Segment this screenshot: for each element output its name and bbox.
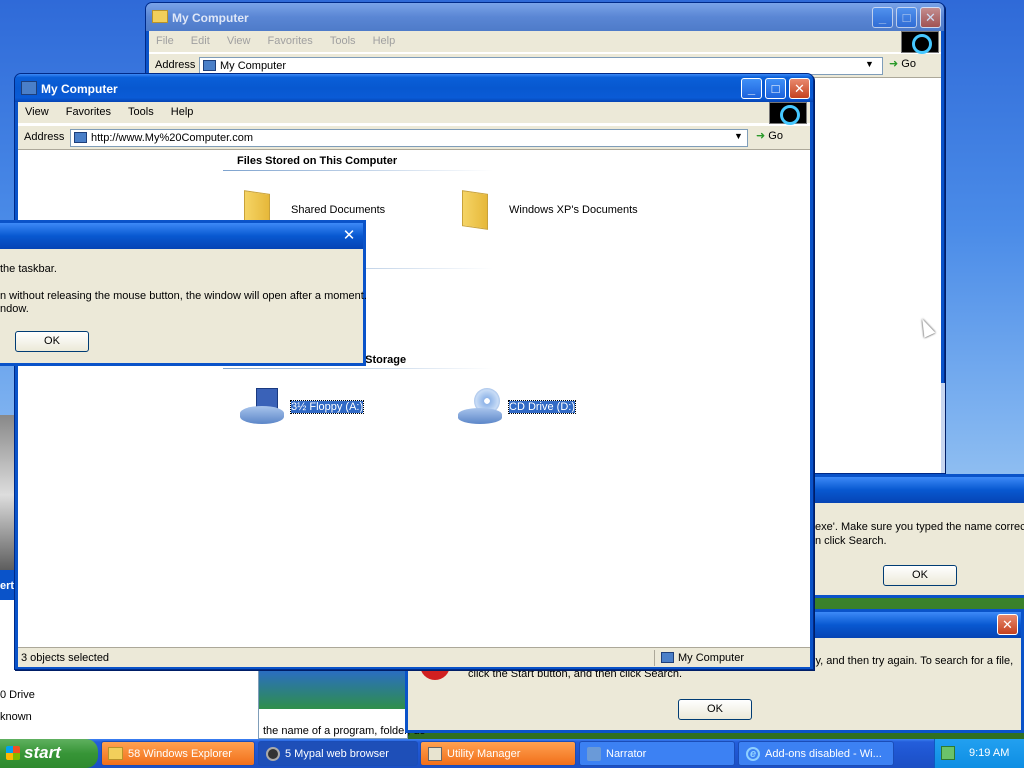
folder-icon[interactable] — [458, 188, 490, 228]
drive-base-shape — [458, 408, 502, 424]
main-address-input[interactable]: http://www.My%20Computer.com — [70, 129, 748, 147]
network-icon[interactable] — [941, 746, 955, 760]
section-files-heading: Files Stored on This Computer — [237, 155, 398, 167]
maximize-button[interactable]: □ — [765, 78, 786, 99]
status-divider — [654, 650, 655, 666]
main-window-client: View Favorites Tools Help Address http:/… — [18, 102, 810, 667]
xp-documents-label[interactable]: Windows XP's Documents — [509, 204, 638, 216]
taskbar-item-addons[interactable]: e Add-ons disabled - Wi... — [738, 741, 894, 766]
floppy-drive-label[interactable]: 3½ Floppy (A:) — [289, 400, 365, 414]
error-top-line1: exe'. Make sure you typed the name corre… — [815, 521, 1024, 533]
bottom-middle-panel: the name of a program, folder, do — [258, 668, 426, 739]
help-dialog: ✕ the taskbar. n without releasing the m… — [0, 220, 367, 366]
utility-manager-icon — [428, 747, 442, 761]
ok-button[interactable]: OK — [678, 699, 752, 720]
main-address-bar: Address http://www.My%20Computer.com ▼ ➜… — [18, 126, 810, 150]
address-label: Address — [24, 131, 65, 143]
run-hint-text: the name of a program, folder, do — [263, 725, 426, 737]
status-bar: 3 objects selected My Computer — [18, 647, 810, 667]
minimize-button[interactable]: _ — [741, 78, 762, 99]
dropdown-arrow-icon[interactable]: ▼ — [865, 59, 874, 69]
main-window: My Computer _ □ ✕ View Favorites Tools H… — [14, 73, 814, 670]
floppy-drive-icon[interactable] — [238, 386, 286, 428]
folder-icon — [108, 747, 123, 760]
taskbar-item-windows-explorer[interactable]: 58 Windows Explorer — [101, 741, 255, 766]
taskbar: start 58 Windows Explorer 5 Mypal web br… — [0, 739, 1024, 768]
close-button[interactable]: ✕ — [789, 78, 810, 99]
back-window-titlebar[interactable]: My Computer _ □ ✕ — [146, 3, 944, 31]
main-menubar: View Favorites Tools Help — [18, 102, 810, 124]
error-bottom-line1: ly, and then try again. To search for a … — [813, 655, 1014, 667]
system-tray: 9:19 AM — [934, 739, 1024, 768]
green-strip — [259, 669, 407, 709]
windows-flag-icon — [6, 746, 20, 760]
error-top-line2: n click Search. — [815, 535, 887, 547]
browser-icon — [266, 747, 280, 761]
go-arrow-icon: ➜ — [756, 130, 766, 142]
photo-thumbnail — [0, 415, 14, 575]
ok-button[interactable]: OK — [883, 565, 957, 586]
taskbar-item-narrator[interactable]: Narrator — [579, 741, 735, 766]
menu-file[interactable]: File — [149, 31, 181, 51]
back-go-button[interactable]: ➜ Go — [889, 57, 916, 70]
internet-explorer-icon: e — [746, 747, 760, 761]
drive-base-shape — [240, 406, 284, 424]
close-icon[interactable]: ✕ — [339, 226, 359, 246]
section-divider — [223, 368, 493, 369]
cd-drive-label[interactable]: CD Drive (D:) — [508, 400, 576, 414]
go-arrow-icon: ➜ — [889, 58, 899, 70]
main-go-button[interactable]: ➜ Go — [756, 129, 783, 142]
menu-help[interactable]: Help — [366, 31, 403, 51]
menu-tools[interactable]: Tools — [121, 102, 161, 122]
close-button[interactable]: ✕ — [997, 614, 1018, 635]
menu-favorites[interactable]: Favorites — [261, 31, 320, 51]
dropdown-arrow-icon[interactable]: ▼ — [734, 131, 743, 141]
address-label: Address — [155, 59, 196, 71]
help-dialog-titlebar[interactable]: ✕ — [0, 223, 363, 249]
back-menubar: File Edit View Favorites Tools Help — [149, 31, 941, 53]
main-window-title: My Computer — [41, 82, 118, 96]
menu-tools[interactable]: Tools — [323, 31, 363, 51]
windows-logo-icon — [769, 102, 807, 125]
start-button[interactable]: start — [0, 739, 98, 768]
menu-edit[interactable]: Edit — [184, 31, 217, 51]
left-drive-label: 0 Drive — [0, 689, 35, 701]
error-dialog-top: exe'. Make sure you typed the name corre… — [812, 474, 1024, 598]
computer-icon — [74, 132, 87, 143]
menu-help[interactable]: Help — [164, 102, 201, 122]
help-line1: the taskbar. — [0, 263, 57, 275]
taskbar-item-mypal[interactable]: 5 Mypal web browser — [258, 741, 418, 766]
back-window-title: My Computer — [172, 11, 249, 25]
status-zone: My Computer — [678, 652, 745, 664]
taskbar-item-utility-manager[interactable]: Utility Manager — [420, 741, 576, 766]
close-button[interactable]: ✕ — [920, 7, 941, 28]
menu-favorites[interactable]: Favorites — [59, 102, 118, 122]
help-line3: ndow. — [0, 303, 29, 315]
status-selected-count: 3 objects selected — [21, 652, 110, 664]
folder-icon — [152, 10, 168, 23]
computer-icon — [203, 60, 216, 71]
computer-icon — [21, 81, 37, 95]
error-dialog-top-titlebar[interactable] — [815, 477, 1024, 503]
narrator-icon — [587, 747, 601, 761]
help-line2: n without releasing the mouse button, th… — [0, 290, 367, 302]
maximize-button[interactable]: □ — [896, 7, 917, 28]
section-divider — [223, 170, 493, 171]
windows-logo-icon — [901, 31, 939, 54]
scrollbar[interactable] — [941, 383, 945, 473]
minimize-button[interactable]: _ — [872, 7, 893, 28]
left-unknown-label: known — [0, 711, 32, 723]
computer-icon — [661, 652, 674, 663]
cd-drive-icon[interactable] — [456, 386, 504, 428]
clock[interactable]: 9:19 AM — [969, 747, 1009, 759]
main-window-titlebar[interactable]: My Computer _ □ ✕ — [15, 74, 813, 102]
ok-button[interactable]: OK — [15, 331, 89, 352]
shared-documents-label[interactable]: Shared Documents — [291, 204, 385, 216]
menu-view[interactable]: View — [18, 102, 56, 122]
menu-view[interactable]: View — [220, 31, 258, 51]
